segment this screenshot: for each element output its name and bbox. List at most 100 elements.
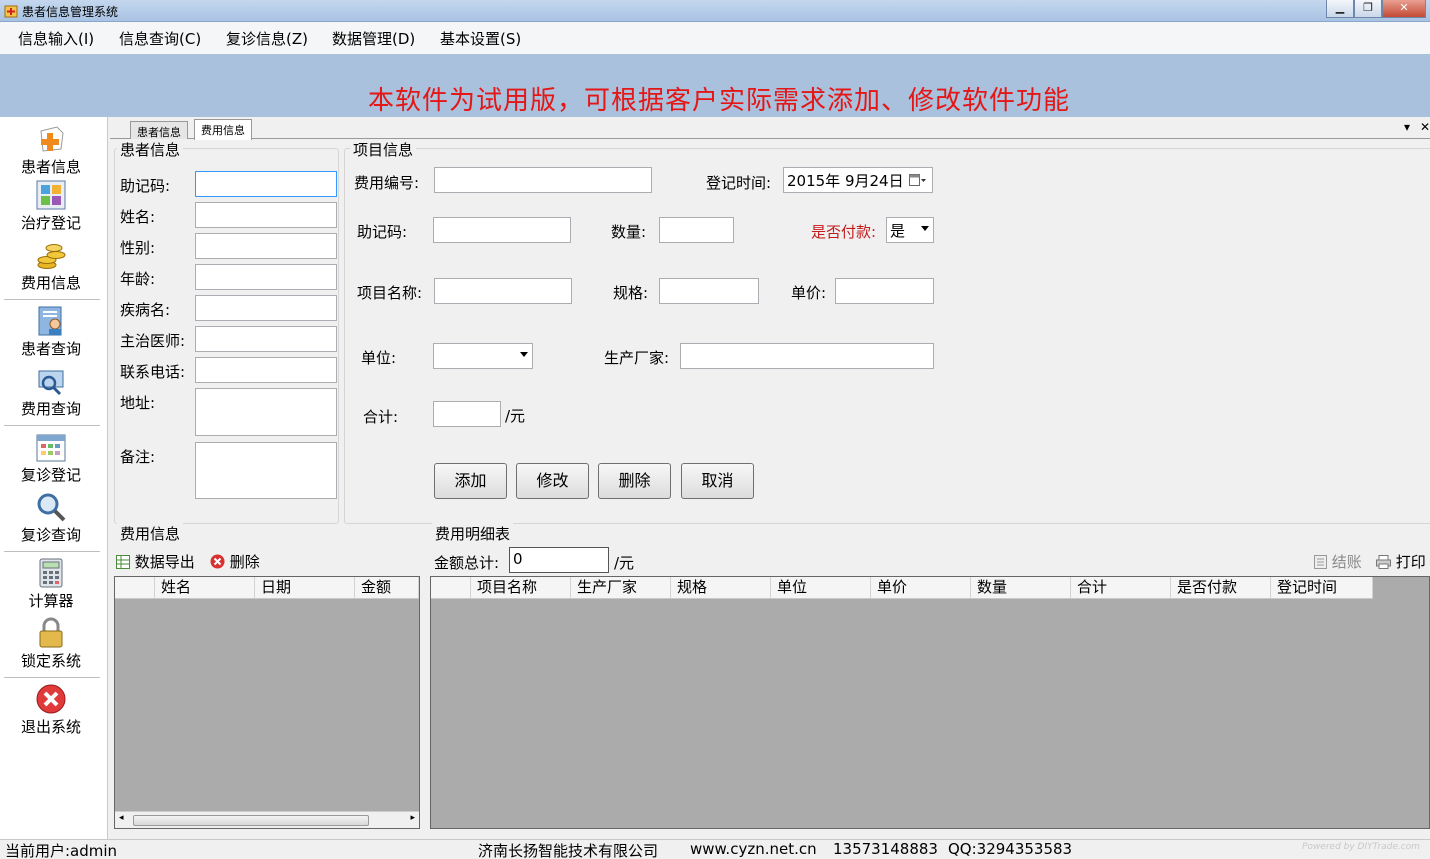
fee-info-hscrollbar[interactable]: ◂ ▸	[115, 811, 419, 828]
window-titlebar[interactable]: 患者信息管理系统 ▁ ❐ ✕	[0, 0, 1430, 22]
trial-banner-text: 本软件为试用版，可根据客户实际需求添加、修改软件功能	[367, 86, 1070, 116]
nav-fee-query[interactable]: 费用查询	[0, 365, 102, 419]
column-header[interactable]: 数量	[971, 577, 1071, 598]
fee-search-icon	[38, 370, 64, 396]
document-icon	[1314, 555, 1327, 569]
unit-select[interactable]	[433, 343, 533, 369]
column-header[interactable]: 项目名称	[471, 577, 571, 598]
paid-select[interactable]: 是	[886, 217, 934, 243]
column-header[interactable]: 生产厂家	[571, 577, 671, 598]
nav-label: 患者信息	[20, 158, 81, 176]
column-header[interactable]: 规格	[671, 577, 771, 598]
fee-info-page: 患者信息 助记码: 姓名: 性别: 年龄: 疾病名: 主治医师: 联系电话: 地…	[110, 139, 1430, 839]
patient-disease-input[interactable]	[195, 295, 337, 321]
column-header[interactable]: 单位	[771, 577, 871, 598]
fee-delete-button[interactable]: 删除	[210, 551, 260, 572]
column-header[interactable]: 是否付款	[1171, 577, 1271, 598]
column-header[interactable]: 姓名	[155, 577, 255, 598]
patient-phone-input[interactable]	[195, 357, 337, 383]
patient-address-label: 地址:	[120, 394, 156, 412]
watermark: Powered by DIYTrade.com	[1302, 842, 1420, 852]
column-header[interactable]: 金额	[355, 577, 419, 598]
fee-number-label: 费用编号:	[354, 174, 420, 192]
nav-divider	[4, 299, 100, 300]
menu-settings[interactable]: 基本设置(S)	[440, 28, 521, 49]
patient-info-title: 患者信息	[117, 139, 184, 160]
close-button[interactable]: ✕	[1382, 0, 1426, 18]
item-code-input[interactable]	[433, 217, 571, 243]
scroll-left-icon[interactable]: ◂	[119, 813, 124, 823]
magnifier-icon	[37, 493, 66, 522]
column-header[interactable]: 登记时间	[1271, 577, 1373, 598]
fee-detail-grid[interactable]: 项目名称 生产厂家 规格 单位 单价 数量 合计 是否付款 登记时间	[430, 576, 1430, 829]
scroll-right-icon[interactable]: ▸	[410, 813, 415, 823]
spec-input[interactable]	[659, 278, 759, 304]
fee-delete-label: 删除	[229, 553, 260, 571]
minimize-button[interactable]: ▁	[1326, 0, 1354, 18]
maximize-button[interactable]: ❐	[1354, 0, 1382, 18]
patient-name-input[interactable]	[195, 202, 337, 228]
quantity-label: 数量:	[611, 223, 647, 241]
item-name-input[interactable]	[434, 278, 572, 304]
sum-total-input[interactable]: 0	[509, 547, 609, 573]
checkout-button[interactable]: 结账	[1314, 551, 1362, 572]
add-button[interactable]: 添加	[434, 463, 507, 499]
patient-gender-input[interactable]	[195, 233, 337, 259]
patient-doctor-input[interactable]	[195, 326, 337, 352]
fee-info-grid[interactable]: 姓名 日期 金额 ◂ ▸	[114, 576, 420, 829]
register-date-picker[interactable]: 2015年 9月24日	[783, 167, 933, 193]
edit-button[interactable]: 修改	[516, 463, 589, 499]
column-header[interactable]: 日期	[255, 577, 355, 598]
menu-bar: 信息输入(I) 信息查询(C) 复诊信息(Z) 数据管理(D) 基本设置(S)	[0, 22, 1430, 54]
checkout-label: 结账	[1331, 553, 1362, 571]
fee-number-input[interactable]	[434, 167, 652, 193]
menu-input[interactable]: 信息输入(I)	[18, 28, 94, 49]
patient-age-input[interactable]	[195, 264, 337, 290]
quantity-input[interactable]	[659, 217, 734, 243]
nav-revisit-register[interactable]: 复诊登记	[0, 431, 102, 485]
patient-code-input[interactable]	[195, 171, 337, 197]
nav-label: 费用信息	[20, 274, 81, 292]
price-input[interactable]	[835, 278, 934, 304]
manufacturer-input[interactable]	[680, 343, 934, 369]
menu-query[interactable]: 信息查询(C)	[119, 28, 201, 49]
tab-dropdown-icon[interactable]: ▾	[1404, 120, 1410, 134]
fee-info-title: 费用信息	[117, 523, 184, 544]
nav-treatment-register[interactable]: 治疗登记	[0, 179, 102, 233]
total-input[interactable]	[433, 401, 501, 427]
app-icon	[4, 5, 18, 18]
scroll-thumb[interactable]	[133, 815, 369, 826]
nav-lock-system[interactable]: 锁定系统	[0, 617, 102, 671]
tab-patient-info[interactable]: 患者信息	[130, 121, 188, 139]
fee-detail-grid-header: 项目名称 生产厂家 规格 单位 单价 数量 合计 是否付款 登记时间	[431, 577, 1373, 599]
patient-remark-input[interactable]	[195, 442, 337, 499]
nav-fee-info[interactable]: 费用信息	[0, 239, 102, 293]
nav-divider	[4, 425, 100, 426]
company-website: www.cyzn.net.cn	[690, 840, 817, 858]
item-code-label: 助记码:	[357, 223, 408, 241]
table-export-icon	[116, 555, 130, 569]
menu-data[interactable]: 数据管理(D)	[332, 28, 415, 49]
column-header[interactable]: 合计	[1071, 577, 1171, 598]
patient-doctor-label: 主治医师:	[120, 332, 186, 350]
nav-revisit-query[interactable]: 复诊查询	[0, 491, 102, 545]
nav-exit-system[interactable]: 退出系统	[0, 683, 102, 737]
patient-age-label: 年龄:	[120, 270, 156, 288]
register-time-label: 登记时间:	[706, 174, 772, 192]
print-button[interactable]: 打印	[1376, 551, 1426, 572]
patient-address-input[interactable]	[195, 388, 337, 436]
delete-button[interactable]: 删除	[598, 463, 671, 499]
export-data-button[interactable]: 数据导出	[116, 551, 195, 572]
nav-calculator[interactable]: 计算器	[0, 557, 102, 611]
project-info-title: 项目信息	[350, 139, 417, 160]
add-patient-icon	[40, 126, 64, 152]
company-phone: 13573148883	[833, 840, 938, 858]
column-header[interactable]: 单价	[871, 577, 971, 598]
tab-fee-info[interactable]: 费用信息	[194, 119, 252, 140]
menu-revisit[interactable]: 复诊信息(Z)	[226, 28, 308, 49]
nav-patient-query[interactable]: 患者查询	[0, 305, 102, 359]
cancel-button[interactable]: 取消	[681, 463, 754, 499]
tab-close-icon[interactable]: ✕	[1420, 120, 1430, 134]
nav-patient-info[interactable]: 患者信息	[0, 123, 102, 177]
calendar-icon	[36, 434, 66, 462]
